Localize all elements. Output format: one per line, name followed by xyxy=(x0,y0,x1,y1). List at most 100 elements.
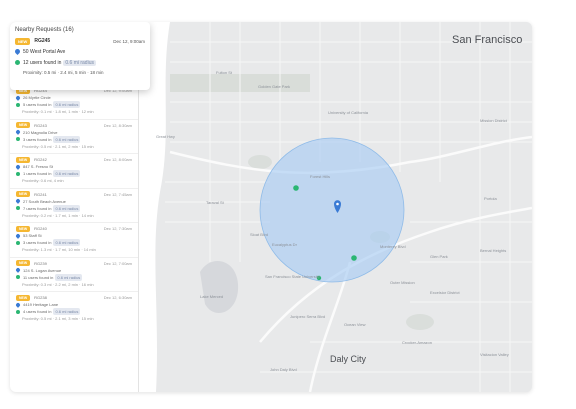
radius-chip[interactable]: 0.6 mi radius xyxy=(53,135,81,143)
map-card: San Francisco Daly City Golden Gate Park… xyxy=(10,22,532,392)
status-badge: NEW xyxy=(16,191,31,197)
map-label: Visitacion Valley xyxy=(480,352,509,357)
status-badge: NEW xyxy=(15,37,31,45)
request-id: RG239 xyxy=(34,260,47,266)
location-pin-icon xyxy=(13,47,22,56)
request-id: RG242 xyxy=(34,157,47,162)
request-item[interactable]: NEW RG239 Dec 12, 7:00am 124 S. Logan Aven… xyxy=(10,256,138,292)
location-pin-icon xyxy=(15,163,21,170)
location-pin-icon xyxy=(15,267,21,273)
radius-chip[interactable]: 0.6 mi radius xyxy=(55,273,83,281)
users-dot-icon xyxy=(16,275,20,279)
location-pin-icon xyxy=(15,129,21,135)
status-badge: NEW xyxy=(16,294,31,301)
request-proximity: Proximity: 0.2 mi · 1.7 mi, 1 min · 14 m… xyxy=(22,212,94,218)
radius-chip[interactable]: 0.6 mi radius xyxy=(53,204,81,212)
map-label: University of California xyxy=(328,110,369,115)
request-address: 847 S. Fresno St xyxy=(23,164,54,169)
request-proximity: Proximity: 0.5 mi · 2.1 mi, 2 min · 15 m… xyxy=(22,143,94,149)
request-date: Dec 12, 6:30am xyxy=(103,295,132,300)
users-dot-icon xyxy=(16,309,20,314)
map-label: Glen Park xyxy=(430,254,448,259)
request-item[interactable]: NEW RG238 Dec 12, 6:30am 4419 Heritage Lan… xyxy=(10,291,138,326)
search-radius xyxy=(259,137,405,283)
map-label: Monterey Blvd xyxy=(380,244,406,249)
map-label: Ocean View xyxy=(344,322,366,327)
user-dot[interactable] xyxy=(293,185,299,191)
users-dot-icon xyxy=(16,102,20,107)
request-address: 27 South Beach Avenue xyxy=(23,198,66,204)
users-dot-icon xyxy=(16,137,20,141)
status-badge: NEW xyxy=(16,260,31,266)
request-id: RG240 xyxy=(34,226,47,231)
map-label: Mission District xyxy=(480,118,507,123)
map-label-city: San Francisco xyxy=(452,34,523,46)
request-users: 7 users found in xyxy=(23,205,52,211)
request-proximity: Proximity: 0.5 mi · 2.4 mi, 5 min · 18 m… xyxy=(23,70,104,75)
map-label: Sloat Blvd xyxy=(250,232,269,237)
map-label: Forest Hills xyxy=(310,174,331,179)
map-label-daly-city: Daly City xyxy=(330,354,367,364)
map-label: Crocker-Amazon xyxy=(402,340,433,345)
request-list: NEW RG244 Dec 12, 9:00am 26 Myrtle Circle … xyxy=(10,84,138,326)
request-address: 26 Myrtle Circle xyxy=(23,95,51,100)
location-pin-icon xyxy=(15,198,21,204)
request-date: Dec 12, 7:45am xyxy=(103,191,132,197)
users-dot-icon xyxy=(16,171,20,176)
request-date: Dec 12, 8:30am xyxy=(103,122,132,128)
location-pin-icon xyxy=(15,301,21,308)
radius-chip[interactable]: 0.6 mi radius xyxy=(53,308,81,315)
request-id: RG243 xyxy=(34,122,47,128)
map-label: Lake Merced xyxy=(200,294,224,299)
request-id: RG245 xyxy=(34,38,51,44)
request-date: Dec 12, 7:00am xyxy=(103,260,132,266)
request-users: 4 users found in xyxy=(23,309,52,314)
users-dot-icon xyxy=(16,240,20,245)
radius-chip[interactable]: 0.6 mi radius xyxy=(53,101,81,108)
request-date: Dec 12, 7:30am xyxy=(103,226,132,231)
radius-chip[interactable]: 0.6 mi radius xyxy=(53,170,81,177)
request-address: 124 S. Logan Avenue xyxy=(23,267,62,273)
map-label: Junipero Serra Blvd xyxy=(290,314,326,319)
map-label: Excelsior District xyxy=(430,290,460,295)
request-proximity: Proximity: 0.1 mi · 1.8 mi, 1 min · 12 m… xyxy=(22,109,94,114)
request-users: 5 users found in xyxy=(23,102,52,107)
map-label: Golden Gate Park xyxy=(258,84,291,89)
request-item[interactable]: NEW RG240 Dec 12, 7:30am 53 Staff St 3 use… xyxy=(10,222,138,257)
request-date: Dec 12, 9:00am xyxy=(113,38,145,44)
map-label: Bernal Heights xyxy=(480,248,507,253)
request-address: 53 Staff St xyxy=(23,233,42,238)
request-users: 1 users found in xyxy=(23,171,52,176)
selected-request-card[interactable]: Nearby Requests (16) NEW RG245 Dec 12, 9:0… xyxy=(10,22,150,90)
request-date: Dec 12, 8:00am xyxy=(103,157,132,162)
request-item[interactable]: NEW RG243 Dec 12, 8:30am 210 Magnolia Driv… xyxy=(10,118,138,154)
request-address: 50 West Portal Ave xyxy=(23,48,66,55)
request-id: RG241 xyxy=(34,191,47,197)
request-address: 210 Magnolia Drive xyxy=(23,129,58,135)
map-label: Great Hwy xyxy=(156,134,175,139)
status-badge: NEW xyxy=(16,122,31,128)
users-dot-icon xyxy=(16,206,20,210)
request-id: RG238 xyxy=(34,295,47,300)
map-label: Taraval St xyxy=(206,200,224,205)
user-dot[interactable] xyxy=(351,255,357,261)
request-item[interactable]: NEW RG242 Dec 12, 8:00am 847 S. Fresno St … xyxy=(10,153,138,188)
status-badge: NEW xyxy=(16,225,31,232)
map-label: Fulton St xyxy=(216,70,233,75)
map-label: Portola xyxy=(484,196,497,201)
request-address: 4419 Heritage Lane xyxy=(23,302,59,307)
request-users: 12 users found in xyxy=(23,59,62,66)
map-label: Outer Mission xyxy=(390,280,415,285)
request-users: 11 users found in xyxy=(23,274,54,280)
focused-title: Nearby Requests (16) xyxy=(15,27,74,33)
request-users: 3 users found in xyxy=(23,240,52,245)
request-item[interactable]: NEW RG241 Dec 12, 7:45am 27 South Beach Av… xyxy=(10,187,138,223)
radius-chip[interactable]: 0.6 mi radius xyxy=(53,239,81,246)
location-pin-icon xyxy=(15,94,21,101)
location-pin-icon xyxy=(15,232,21,239)
status-badge: NEW xyxy=(16,156,31,163)
request-proximity: Proximity: 0.3 mi · 2.2 mi, 2 min · 16 m… xyxy=(22,281,94,287)
radius-chip[interactable]: 0.6 mi radius xyxy=(63,59,96,66)
request-users: 3 users found in xyxy=(23,136,52,142)
request-proximity: Proximity: 0.6 mi, 4 min xyxy=(22,178,64,183)
